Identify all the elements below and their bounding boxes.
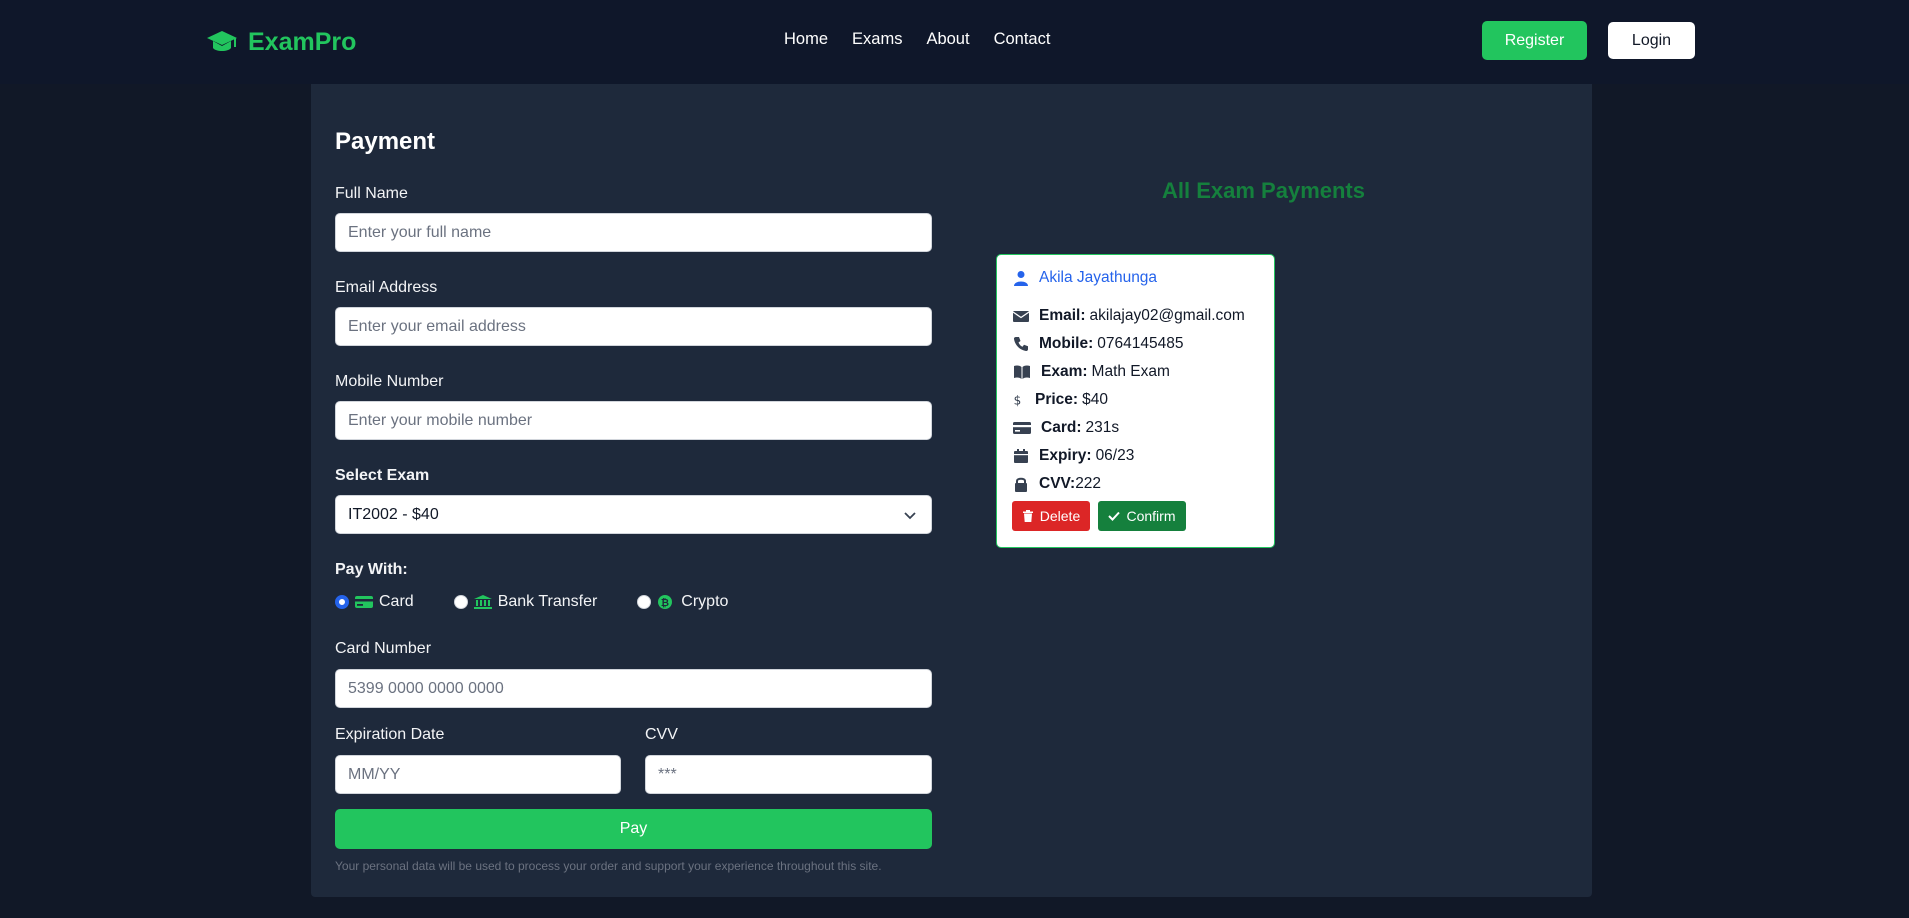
expiry-value: 06/23 bbox=[1095, 447, 1135, 464]
navbar: ExamPro Home Exams About Contact Registe… bbox=[0, 0, 1909, 84]
brand-name: ExamPro bbox=[248, 27, 357, 56]
delete-label: Delete bbox=[1039, 508, 1081, 524]
pay-with-label: Pay With: bbox=[335, 561, 408, 578]
privacy-disclaimer: Your personal data will be used to proce… bbox=[335, 859, 882, 873]
price-key: Price: bbox=[1035, 391, 1079, 408]
radio-crypto[interactable] bbox=[637, 595, 652, 609]
card-number-label: Card Number bbox=[335, 640, 432, 657]
payment-mobile-row: Mobile: 0764145485 bbox=[1013, 335, 1183, 353]
book-open-icon bbox=[1014, 365, 1030, 379]
payment-expiry-row: Expiry: 06/23 bbox=[1013, 447, 1134, 465]
select-exam-label: Select Exam bbox=[335, 467, 430, 484]
email-key: Email: bbox=[1039, 307, 1086, 324]
credit-card-icon bbox=[1013, 422, 1031, 434]
payment-price-row: $ Price: $40 bbox=[1013, 391, 1108, 409]
payment-card: Akila Jayathunga Email: akilajay02@gmail… bbox=[996, 254, 1275, 548]
email-value: akilajay02@gmail.com bbox=[1089, 307, 1245, 324]
payment-name: Akila Jayathunga bbox=[1039, 269, 1158, 286]
pay-button[interactable]: Pay bbox=[335, 809, 932, 849]
full-name-label: Full Name bbox=[335, 185, 408, 202]
cvv-key: CVV: bbox=[1039, 475, 1076, 492]
mobile-key: Mobile: bbox=[1039, 335, 1094, 352]
exam-key: Exam: bbox=[1041, 363, 1088, 380]
graduation-cap-icon bbox=[207, 31, 237, 51]
cvv-value: 222 bbox=[1075, 475, 1102, 492]
envelope-icon bbox=[1013, 311, 1029, 322]
exam-value: Math Exam bbox=[1091, 363, 1170, 380]
brand-logo[interactable]: ExamPro bbox=[206, 24, 356, 60]
bank-icon bbox=[473, 595, 492, 609]
delete-button[interactable]: Delete bbox=[1012, 501, 1090, 531]
confirm-button[interactable]: Confirm bbox=[1098, 501, 1186, 531]
radio-bank[interactable] bbox=[453, 595, 468, 609]
svg-text:₿: ₿ bbox=[661, 597, 669, 609]
payment-name-row: Akila Jayathunga bbox=[1013, 269, 1157, 287]
nav-link-home[interactable]: Home bbox=[784, 30, 828, 49]
pay-option-bank[interactable]: Bank Transfer bbox=[453, 593, 598, 611]
expiry-label: Expiration Date bbox=[335, 726, 445, 743]
mobile-label: Mobile Number bbox=[335, 373, 444, 390]
card-key: Card: bbox=[1041, 419, 1082, 436]
pay-option-bank-label: Bank Transfer bbox=[497, 593, 598, 610]
card-number-input[interactable] bbox=[335, 669, 932, 708]
email-label: Email Address bbox=[335, 279, 438, 296]
bitcoin-icon: ₿ bbox=[658, 595, 673, 609]
mobile-value: 0764145485 bbox=[1097, 335, 1184, 352]
pay-option-crypto[interactable]: ₿ Crypto bbox=[637, 593, 728, 611]
expiry-key: Expiry: bbox=[1039, 447, 1092, 464]
pay-option-crypto-label: Crypto bbox=[681, 593, 729, 610]
lock-icon bbox=[1015, 477, 1027, 492]
nav-link-contact[interactable]: Contact bbox=[994, 30, 1051, 49]
credit-card-icon bbox=[355, 596, 373, 608]
exam-select-value: IT2002 - $40 bbox=[348, 505, 439, 523]
login-button[interactable]: Login bbox=[1608, 22, 1695, 59]
exam-select[interactable]: IT2002 - $40 bbox=[335, 495, 932, 534]
cvv-label: CVV bbox=[645, 726, 678, 743]
price-value: $40 bbox=[1082, 391, 1108, 408]
email-input[interactable] bbox=[335, 307, 932, 346]
trash-icon bbox=[1022, 510, 1033, 522]
phone-icon bbox=[1013, 337, 1028, 352]
calendar-icon bbox=[1014, 449, 1028, 463]
user-icon bbox=[1014, 271, 1028, 286]
payment-cvv-row: CVV: 222 bbox=[1013, 475, 1101, 493]
payment-exam-row: Exam: Math Exam bbox=[1013, 363, 1170, 381]
full-name-input[interactable] bbox=[335, 213, 932, 252]
expiry-input[interactable] bbox=[335, 755, 621, 794]
nav-link-exams[interactable]: Exams bbox=[852, 30, 902, 49]
payment-title: Payment bbox=[335, 128, 436, 155]
nav-links: Home Exams About Contact bbox=[784, 30, 1050, 49]
card-value: 231s bbox=[1085, 419, 1120, 436]
payments-title: All Exam Payments bbox=[1162, 178, 1365, 203]
radio-card[interactable] bbox=[335, 595, 349, 609]
check-icon bbox=[1108, 511, 1121, 521]
payment-email-row: Email: akilajay02@gmail.com bbox=[1013, 307, 1245, 325]
chevron-down-icon bbox=[904, 512, 916, 520]
confirm-label: Confirm bbox=[1126, 508, 1176, 524]
pay-with-options: Card Bank Transfer ₿ Crypto bbox=[335, 592, 728, 612]
cvv-input[interactable] bbox=[645, 755, 932, 794]
mobile-input[interactable] bbox=[335, 401, 932, 440]
pay-option-card[interactable]: Card bbox=[335, 593, 414, 611]
svg-text:$: $ bbox=[1014, 394, 1022, 408]
nav-link-about[interactable]: About bbox=[926, 30, 969, 49]
pay-option-card-label: Card bbox=[379, 593, 414, 610]
register-button[interactable]: Register bbox=[1482, 21, 1587, 60]
payment-card-row: Card: 231s bbox=[1013, 419, 1119, 437]
dollar-icon: $ bbox=[1014, 394, 1022, 408]
